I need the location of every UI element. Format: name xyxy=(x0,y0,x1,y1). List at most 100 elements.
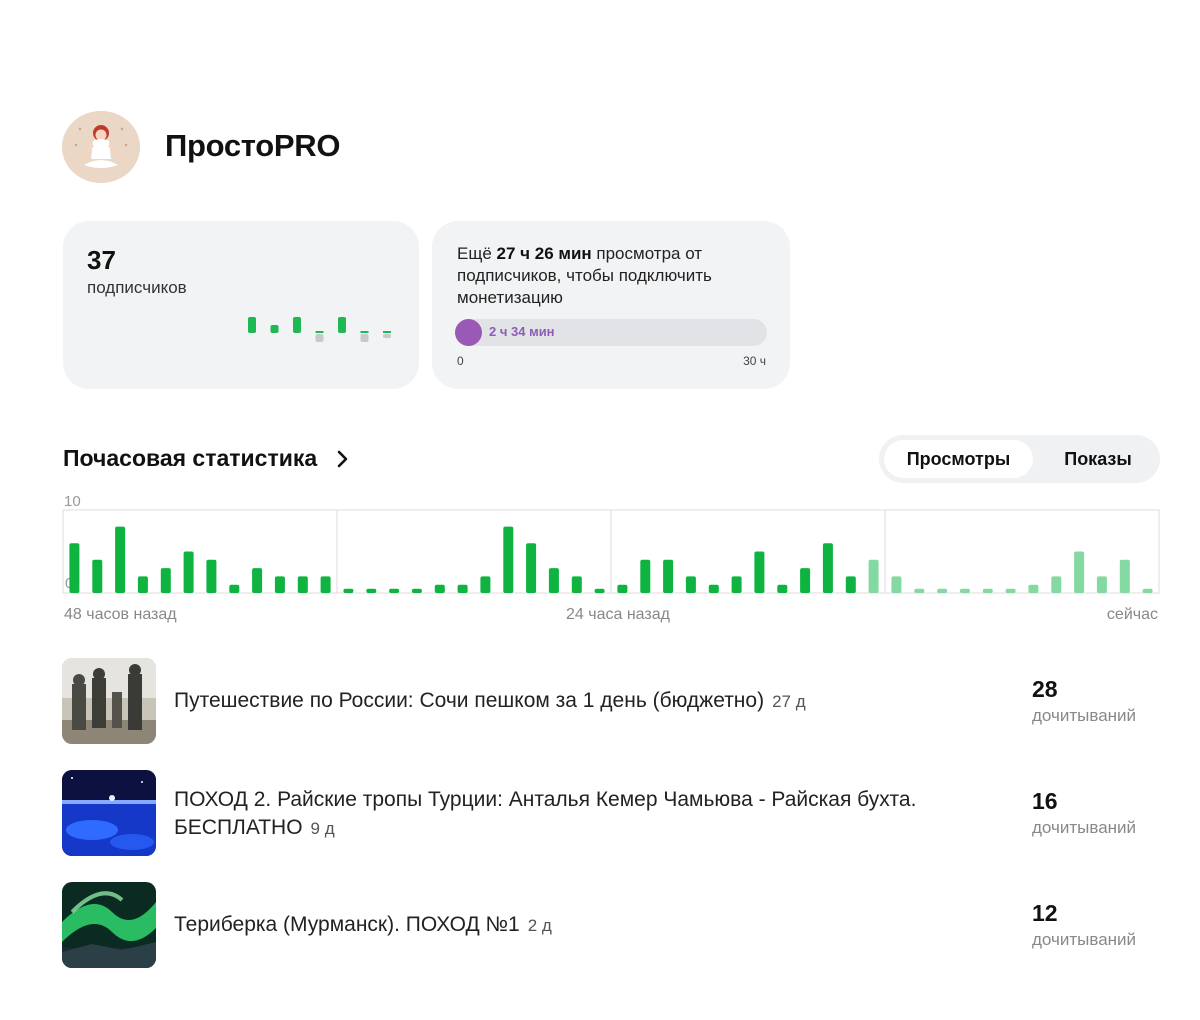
article-row[interactable]: ПОХОД 2. Райские тропы Турции: Анталья К… xyxy=(62,770,1162,856)
aurora-photo-icon xyxy=(62,882,156,968)
chart-bar[interactable] xyxy=(366,588,377,593)
channel-name[interactable]: ПростоPRO xyxy=(165,128,340,164)
subscribers-count: 37 xyxy=(87,245,116,275)
chart-bar[interactable] xyxy=(845,576,856,593)
chart-bar[interactable] xyxy=(800,568,811,593)
chart-bar[interactable] xyxy=(503,526,514,593)
chart-bar[interactable] xyxy=(252,568,263,593)
chart-bar[interactable] xyxy=(685,576,696,593)
chart-bar[interactable] xyxy=(69,543,80,593)
mini-chart-bar xyxy=(248,317,256,333)
chart-bar[interactable] xyxy=(708,584,719,593)
chart-bar[interactable] xyxy=(434,584,445,593)
chart-bar[interactable] xyxy=(571,576,582,593)
chart-bar[interactable] xyxy=(411,588,422,593)
mini-chart-baseline-tick xyxy=(360,331,369,333)
article-thumbnail[interactable] xyxy=(62,658,156,744)
chart-bar[interactable] xyxy=(617,584,628,593)
chart-bar[interactable] xyxy=(457,584,468,593)
chart-bar[interactable] xyxy=(137,576,148,593)
chart-bar[interactable] xyxy=(480,576,491,593)
chart-bar[interactable] xyxy=(206,559,217,593)
subscribers-mini-chart xyxy=(248,317,391,342)
monetization-progress-bar: 2 ч 34 мин xyxy=(455,319,767,346)
article-read-label: дочитываний xyxy=(1032,930,1137,949)
article-thumbnail[interactable] xyxy=(62,770,156,856)
article-age: 27 д xyxy=(772,692,806,711)
monetization-text: Ещё 27 ч 26 мин просмотра от подписчиков… xyxy=(457,244,712,307)
mini-chart-bar xyxy=(293,317,301,333)
chart-bar[interactable] xyxy=(891,576,902,593)
chart-bar[interactable] xyxy=(594,588,605,593)
article-age: 2 д xyxy=(527,916,552,935)
chart-bar[interactable] xyxy=(1005,588,1016,593)
chart-bar[interactable] xyxy=(731,576,742,593)
article-thumbnail[interactable] xyxy=(62,882,156,968)
hourly-stats-link[interactable]: Почасовая статистика xyxy=(63,445,353,472)
monetization-card[interactable]: Ещё 27 ч 26 мин просмотра от подписчиков… xyxy=(432,221,790,389)
chart-bar[interactable] xyxy=(548,568,559,593)
chart-bar[interactable] xyxy=(320,576,331,593)
subscribers-label: подписчиков xyxy=(87,278,187,297)
article-read-count: 16 xyxy=(1032,788,1058,814)
night-sea-photo-icon xyxy=(62,770,156,856)
chart-bar[interactable] xyxy=(343,588,354,593)
chart-bar[interactable] xyxy=(640,559,651,593)
channel-avatar[interactable] xyxy=(62,111,140,183)
article-read-count: 12 xyxy=(1032,900,1058,926)
chart-bar[interactable] xyxy=(1028,584,1039,593)
hourly-stats-title: Почасовая статистика xyxy=(63,445,318,471)
mini-chart-bar xyxy=(360,334,369,342)
chart-bar[interactable] xyxy=(868,559,879,593)
article-title[interactable]: Териберка (Мурманск). ПОХОД №1 2 д xyxy=(174,911,1014,940)
chart-bar[interactable] xyxy=(937,588,948,593)
chart-bar[interactable] xyxy=(1096,576,1107,593)
chart-bar[interactable] xyxy=(754,551,765,594)
chart-bar[interactable] xyxy=(1051,576,1062,593)
chart-bar[interactable] xyxy=(1119,559,1130,593)
chart-bar[interactable] xyxy=(297,576,308,593)
chart-bar[interactable] xyxy=(959,588,970,593)
x-axis-label-end: сейчас xyxy=(1107,606,1158,623)
metric-toggle: Просмотры Показы xyxy=(879,435,1160,483)
chart-bar[interactable] xyxy=(92,559,103,593)
chevron-right-icon xyxy=(337,450,348,467)
mini-chart-bar xyxy=(338,317,346,333)
tab-views[interactable]: Просмотры xyxy=(884,440,1033,478)
chart-bar[interactable] xyxy=(1142,588,1153,593)
monetization-remaining: 27 ч 26 мин xyxy=(496,244,592,263)
article-read-label: дочитываний xyxy=(1032,818,1137,837)
mini-chart-baseline-tick xyxy=(383,331,391,333)
article-title[interactable]: Путешествие по России: Сочи пешком за 1 … xyxy=(174,687,1014,716)
tab-impressions[interactable]: Показы xyxy=(1039,440,1157,478)
chart-bar[interactable] xyxy=(526,543,537,593)
x-axis-label-middle: 24 часа назад xyxy=(566,606,671,623)
article-read-count: 28 xyxy=(1032,676,1058,702)
chart-bar[interactable] xyxy=(777,584,788,593)
mini-chart-baseline-tick xyxy=(315,331,324,333)
chart-bar[interactable] xyxy=(183,551,194,594)
statues-photo-icon xyxy=(62,658,156,744)
chart-bar[interactable] xyxy=(229,584,240,593)
chart-bar[interactable] xyxy=(160,568,171,593)
mini-chart-bar xyxy=(383,334,391,338)
mini-chart-bar xyxy=(315,334,324,342)
article-title[interactable]: ПОХОД 2. Райские тропы Турции: Анталья К… xyxy=(174,786,1014,843)
article-row[interactable]: Териберка (Мурманск). ПОХОД №1 2 д 12 доч… xyxy=(62,882,1162,968)
chart-bar[interactable] xyxy=(914,588,925,593)
subscribers-card[interactable]: 37 подписчиков xyxy=(63,221,419,389)
chart-bar[interactable] xyxy=(1074,551,1085,594)
progress-range-min: 0 xyxy=(457,354,464,368)
chart-bar[interactable] xyxy=(274,576,285,593)
chart-bar[interactable] xyxy=(115,526,126,593)
chart-bar[interactable] xyxy=(389,588,400,593)
article-row[interactable]: Путешествие по России: Сочи пешком за 1 … xyxy=(62,658,1162,744)
chart-bar[interactable] xyxy=(663,559,674,593)
progress-fill xyxy=(455,319,482,346)
chart-bar[interactable] xyxy=(822,543,833,593)
meditation-avatar-icon xyxy=(62,111,140,183)
mini-chart-bar xyxy=(270,325,279,333)
article-read-label: дочитываний xyxy=(1032,706,1137,725)
article-age: 9 д xyxy=(310,819,335,838)
chart-bar[interactable] xyxy=(982,588,993,593)
